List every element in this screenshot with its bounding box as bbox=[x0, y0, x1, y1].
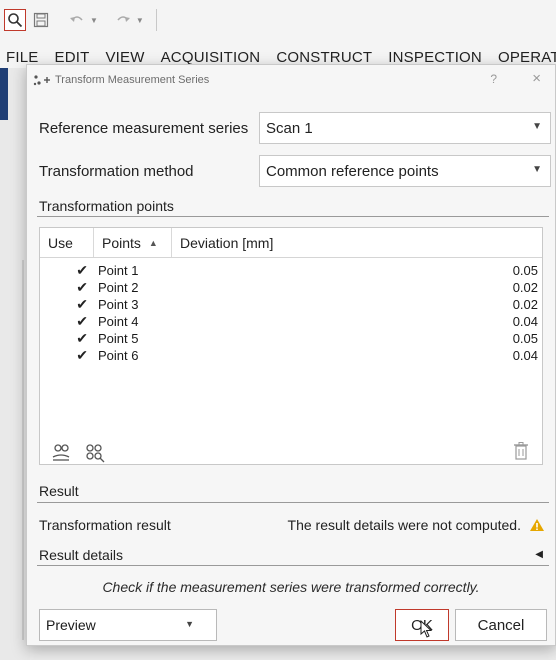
undo-icon bbox=[70, 16, 83, 22]
table-row[interactable]: ✔ Point 3 0.02 bbox=[40, 296, 542, 313]
collapse-arrow-icon[interactable]: ◀ bbox=[535, 549, 543, 560]
use-checkbox[interactable]: ✔ bbox=[40, 313, 94, 330]
preview-select[interactable]: Preview ▼ bbox=[39, 609, 217, 641]
chevron-down-icon: ▼ bbox=[532, 121, 542, 132]
undo-dropdown-icon[interactable]: ▼ bbox=[90, 16, 98, 25]
point-name: Point 1 bbox=[98, 263, 139, 278]
transformation-method-value: Common reference points bbox=[266, 162, 439, 180]
point-name: Point 5 bbox=[98, 331, 139, 346]
chevron-down-icon: ▼ bbox=[185, 619, 194, 629]
add-point-icon[interactable] bbox=[49, 441, 75, 465]
undo-button[interactable] bbox=[66, 9, 88, 31]
ok-button[interactable]: OK bbox=[395, 609, 449, 641]
table-row[interactable]: ✔ Point 5 0.05 bbox=[40, 330, 542, 347]
section-divider bbox=[37, 565, 549, 566]
column-header-use[interactable]: Use bbox=[40, 228, 94, 257]
column-header-deviation[interactable]: Deviation [mm] bbox=[172, 228, 542, 257]
redo-button[interactable] bbox=[112, 9, 134, 31]
point-deviation: 0.05 bbox=[512, 331, 538, 346]
transformation-points-heading: Transformation points bbox=[39, 198, 174, 214]
result-heading: Result bbox=[39, 483, 79, 499]
reference-series-label: Reference measurement series bbox=[39, 120, 249, 137]
point-name: Point 4 bbox=[98, 314, 139, 329]
point-name: Point 3 bbox=[98, 297, 139, 312]
section-divider bbox=[37, 216, 549, 217]
point-deviation: 0.04 bbox=[512, 348, 538, 363]
redo-dropdown-icon[interactable]: ▼ bbox=[136, 16, 144, 25]
column-header-points-label: Points bbox=[102, 234, 141, 251]
transform-points-icon bbox=[33, 75, 50, 86]
sort-ascending-icon: ▲ bbox=[148, 237, 158, 248]
result-details-label[interactable]: Result details bbox=[39, 547, 123, 563]
point-deviation: 0.04 bbox=[512, 314, 538, 329]
reference-series-select[interactable]: Scan 1 ▼ bbox=[259, 112, 551, 144]
point-name: Point 2 bbox=[98, 280, 139, 295]
section-divider bbox=[37, 502, 549, 503]
table-toolbar bbox=[39, 441, 543, 471]
background-workspace bbox=[30, 646, 556, 660]
warning-icon bbox=[530, 519, 544, 531]
transformation-result-label: Transformation result bbox=[39, 517, 171, 533]
table-header: Use Points ▲ Deviation [mm] bbox=[40, 228, 542, 258]
reference-series-value: Scan 1 bbox=[266, 119, 313, 137]
point-deviation: 0.05 bbox=[512, 263, 538, 278]
use-checkbox[interactable]: ✔ bbox=[40, 262, 94, 279]
use-checkbox[interactable]: ✔ bbox=[40, 330, 94, 347]
toolbar-separator bbox=[155, 9, 157, 31]
hint-text: Check if the measurement series were tra… bbox=[102, 579, 480, 595]
save-icon bbox=[33, 12, 49, 28]
dialog-title: Transform Measurement Series bbox=[55, 74, 210, 86]
use-checkbox[interactable]: ✔ bbox=[40, 296, 94, 313]
trash-icon[interactable] bbox=[513, 441, 529, 461]
search-button[interactable] bbox=[4, 9, 26, 31]
use-checkbox[interactable]: ✔ bbox=[40, 279, 94, 296]
find-points-icon[interactable] bbox=[83, 441, 109, 465]
transformation-points-table: Use Points ▲ Deviation [mm] ✔ Point 1 0.… bbox=[39, 227, 543, 465]
search-icon bbox=[8, 13, 23, 28]
dialog-titlebar[interactable]: Transform Measurement Series ? × bbox=[27, 65, 555, 95]
mouse-cursor-icon bbox=[420, 620, 433, 638]
quick-access-toolbar: ▼ ▼ bbox=[0, 0, 556, 40]
transformation-method-label: Transformation method bbox=[39, 163, 194, 180]
transformation-result-value: The result details were not computed. bbox=[287, 517, 521, 533]
use-checkbox[interactable]: ✔ bbox=[40, 347, 94, 364]
close-button[interactable]: × bbox=[532, 70, 541, 87]
redo-icon bbox=[117, 16, 130, 22]
table-row[interactable]: ✔ Point 6 0.04 bbox=[40, 347, 542, 364]
point-deviation: 0.02 bbox=[512, 280, 538, 295]
background-sidebar-accent bbox=[0, 68, 8, 120]
point-deviation: 0.02 bbox=[512, 297, 538, 312]
column-header-points[interactable]: Points ▲ bbox=[94, 228, 172, 257]
transform-measurement-series-dialog: Transform Measurement Series ? × Referen… bbox=[26, 64, 556, 646]
background-divider bbox=[22, 260, 24, 640]
preview-value: Preview bbox=[46, 617, 96, 633]
save-button[interactable] bbox=[30, 9, 52, 31]
table-row[interactable]: ✔ Point 2 0.02 bbox=[40, 279, 542, 296]
table-row[interactable]: ✔ Point 4 0.04 bbox=[40, 313, 542, 330]
table-row[interactable]: ✔ Point 1 0.05 bbox=[40, 262, 542, 279]
table-body: ✔ Point 1 0.05 ✔ Point 2 0.02 ✔ Point 3 … bbox=[40, 262, 542, 364]
help-button[interactable]: ? bbox=[490, 72, 497, 86]
chevron-down-icon: ▼ bbox=[532, 164, 542, 175]
transformation-method-select[interactable]: Common reference points ▼ bbox=[259, 155, 551, 187]
point-name: Point 6 bbox=[98, 348, 139, 363]
cancel-button[interactable]: Cancel bbox=[455, 609, 547, 641]
